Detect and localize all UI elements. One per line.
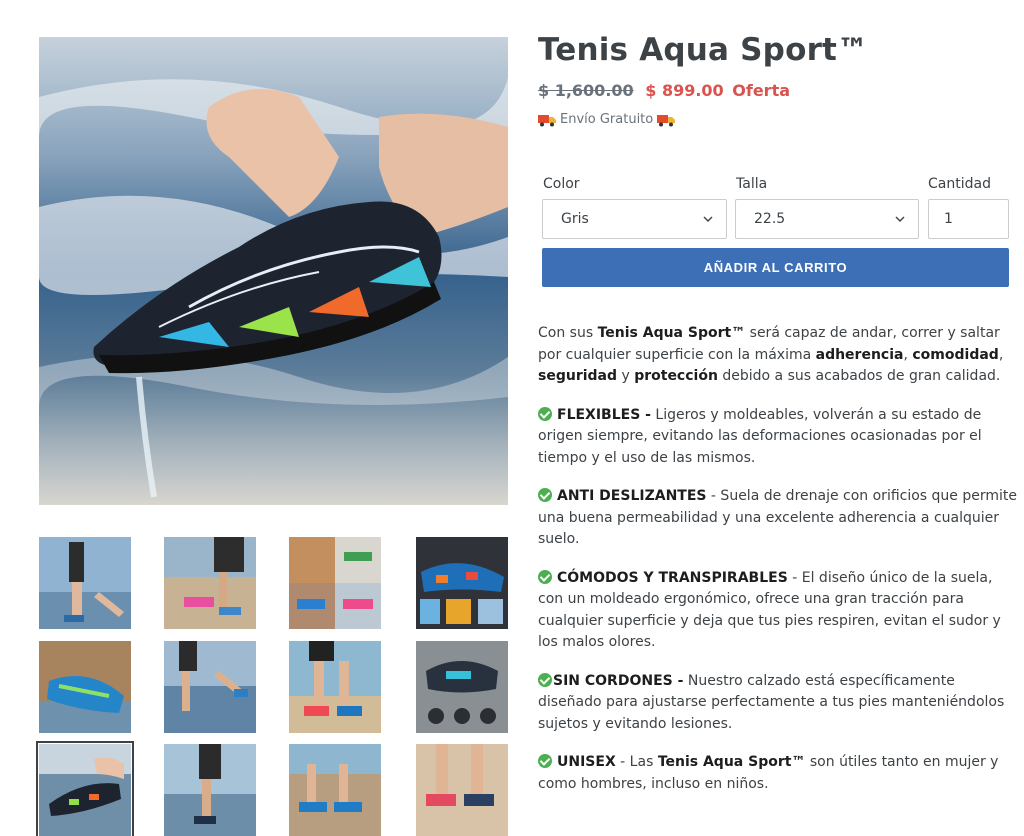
check-circle-icon [538,754,552,768]
compare-price: $ 1,600.00 [538,81,634,100]
thumbnail-1[interactable] [39,537,131,629]
intro-text: , [998,346,1004,363]
feature-title: ANTI DESLIZANTES [557,488,707,504]
intro-bold-adherencia: adherencia [815,346,904,363]
thumbnail-12[interactable] [416,744,508,836]
check-circle-icon [538,672,552,687]
intro-text: debido a sus acabados de gran calidad. [717,368,1001,384]
thumbnail-4[interactable] [416,537,508,629]
shipping-text: Envío Gratuito [560,112,654,127]
thumbnail-10[interactable] [164,744,256,836]
feature-title: SIN CORDONES - [553,672,684,689]
sale-price: $ 899.00 [645,81,724,100]
feature-text: - Las [615,754,658,770]
size-select[interactable]: 22.5 [735,199,919,239]
description-intro: Con sus Tenis Aqua Sport™ será capaz de … [538,323,1018,388]
feature-unisex: UNISEX - Las Tenis Aqua Sport™ son útile… [538,752,1018,795]
feature-anti-deslizantes: ANTI DESLIZANTES - Suela de drenaje con … [538,486,1018,551]
feature-title: FLEXIBLES - [557,406,651,423]
product-main-image[interactable] [39,37,508,505]
thumbnail-7[interactable] [289,641,381,733]
thumbnail-3[interactable] [289,537,381,629]
price-row: $ 1,600.00 $ 899.00 Oferta [538,81,790,100]
thumbnail-9-selected[interactable] [36,741,134,836]
truck-icon [538,113,556,127]
add-to-cart-button[interactable]: AÑADIR AL CARRITO [542,248,1009,287]
sale-badge: Oferta [732,81,791,100]
size-select-value: 22.5 [754,211,786,227]
thumbnail-11[interactable] [289,744,381,836]
check-circle-icon [538,569,552,584]
thumbnail-5[interactable] [39,641,131,733]
quantity-value: 1 [944,211,953,227]
intro-bold-comodidad: comodidad [912,346,999,363]
thumbnail-6[interactable] [164,641,256,733]
chevron-down-icon [895,216,905,222]
truck-icon [657,113,676,127]
feature-product-name: Tenis Aqua Sport™ [657,754,806,770]
feature-title: UNISEX [557,754,616,770]
quantity-input[interactable]: 1 [928,199,1009,239]
intro-product-name: Tenis Aqua Sport™ [597,325,746,341]
shipping-note: Envío Gratuito [538,112,676,127]
check-circle-icon [538,488,552,502]
color-select[interactable]: Gris [542,199,727,239]
chevron-down-icon [703,216,713,222]
thumbnail-2[interactable] [164,537,256,629]
feature-flexibles: FLEXIBLES - Ligeros y moldeables, volver… [538,405,1018,470]
product-description: Con sus Tenis Aqua Sport™ será capaz de … [538,323,1018,812]
intro-text: Con sus [538,325,598,341]
thumbnail-8[interactable] [416,641,508,733]
intro-bold-proteccion: protección [634,368,718,384]
product-title: Tenis Aqua Sport™ [538,32,869,68]
feature-title: CÓMODOS Y TRANSPIRABLES [557,569,788,586]
intro-bold-seguridad: seguridad [538,368,618,384]
intro-text: y [617,368,635,384]
feature-comodos: CÓMODOS Y TRANSPIRABLES - El diseño únic… [538,568,1018,654]
color-select-value: Gris [561,211,589,227]
size-label: Talla [736,176,768,192]
color-label: Color [543,176,580,192]
check-circle-icon [538,406,552,421]
feature-sin-cordones: SIN CORDONES - Nuestro calzado está espe… [538,671,1018,736]
quantity-label: Cantidad [928,176,991,192]
